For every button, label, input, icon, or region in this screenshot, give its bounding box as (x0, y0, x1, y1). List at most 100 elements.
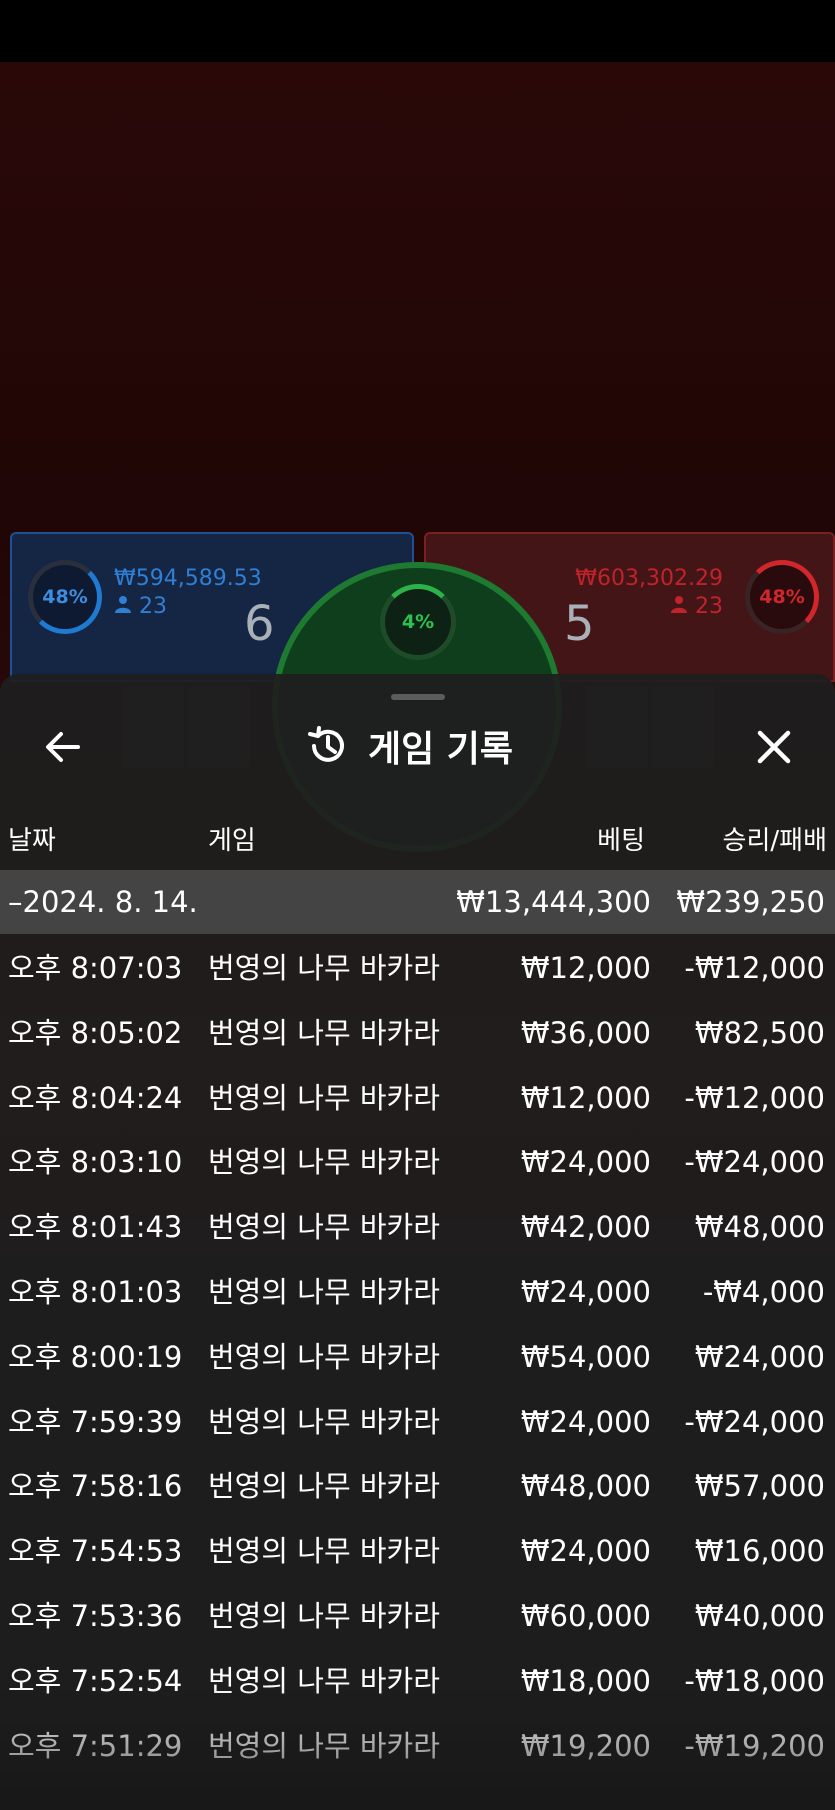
row-game: 번영의 나무 바카라 (208, 1404, 440, 1439)
row-result: ₩16,000 (694, 1534, 825, 1569)
player-percent: 48% (42, 586, 88, 608)
row-result: -₩24,000 (684, 1145, 825, 1180)
arrow-left-icon (46, 732, 80, 762)
row-result: ₩40,000 (694, 1598, 825, 1633)
table-row[interactable]: 오후 7:54:53 번영의 나무 바카라 ₩24,000 ₩16,000 (0, 1519, 835, 1584)
user-icon (671, 596, 687, 613)
date-group-row[interactable]: –2024. 8. 14. ₩13,444,300 ₩239,250 (0, 870, 835, 934)
user-icon (115, 596, 131, 613)
row-game: 번영의 나무 바카라 (208, 1145, 440, 1180)
row-bet: ₩42,000 (520, 1210, 651, 1245)
table-row[interactable]: 오후 8:05:02 번영의 나무 바카라 ₩36,000 ₩82,500 (0, 1001, 835, 1066)
row-result: ₩82,500 (694, 1015, 825, 1050)
row-bet: ₩48,000 (520, 1469, 651, 1504)
table-row[interactable]: 오후 7:51:29 번영의 나무 바카라 ₩19,200 -₩19,200 (0, 1714, 835, 1779)
banker-score: 5 (564, 596, 595, 652)
sheet-title-group: 게임 기록 (306, 720, 513, 772)
row-result: ₩57,000 (694, 1469, 825, 1504)
row-result: -₩24,000 (684, 1404, 825, 1439)
table-row[interactable]: 오후 8:04:24 번영의 나무 바카라 ₩12,000 -₩12,000 (0, 1066, 835, 1131)
row-time: 오후 7:54:53 (8, 1534, 183, 1569)
close-button[interactable] (751, 724, 797, 770)
tie-percent: 4% (401, 611, 435, 633)
row-bet: ₩54,000 (520, 1339, 651, 1374)
row-game: 번영의 나무 바카라 (208, 1274, 440, 1309)
table-row[interactable]: 오후 8:07:03 번영의 나무 바카라 ₩12,000 -₩12,000 (0, 936, 835, 1001)
column-game: 게임 (208, 826, 256, 856)
back-button[interactable] (40, 724, 86, 770)
row-game: 번영의 나무 바카라 (208, 1080, 440, 1115)
sheet-title: 게임 기록 (368, 729, 514, 770)
row-bet: ₩12,000 (520, 951, 651, 985)
player-amount: ₩594,589.53 (114, 566, 262, 591)
row-time: 오후 8:03:10 (8, 1145, 183, 1180)
column-result: 승리/패배 (722, 826, 827, 856)
row-bet: ₩18,000 (520, 1663, 651, 1698)
row-bet: ₩36,000 (520, 1015, 651, 1050)
row-game: 번영의 나무 바카라 (208, 1663, 440, 1698)
row-result: ₩24,000 (694, 1339, 825, 1374)
row-time: 오후 7:51:29 (8, 1728, 183, 1763)
row-game: 번영의 나무 바카라 (208, 1015, 440, 1050)
game-history-sheet: 게임 기록 날짜 게임 베팅 승리/패배 –2024. 8. 14. ₩13,4… (0, 674, 835, 1810)
row-bet: ₩60,000 (520, 1598, 651, 1633)
row-game: 번영의 나무 바카라 (208, 1598, 440, 1633)
row-time: 오후 7:58:16 (8, 1469, 183, 1504)
row-time: 오후 8:05:02 (8, 1015, 183, 1050)
row-time: 오후 7:52:54 (8, 1663, 183, 1698)
row-game: 번영의 나무 바카라 (208, 1728, 440, 1763)
table-row[interactable]: 오후 8:01:03 번영의 나무 바카라 ₩24,000 -₩4,000 (0, 1260, 835, 1325)
table-row[interactable]: 오후 7:53:36 번영의 나무 바카라 ₩60,000 ₩40,000 (0, 1584, 835, 1649)
row-result: -₩18,000 (684, 1663, 825, 1698)
row-bet: ₩24,000 (520, 1404, 651, 1439)
row-bet: ₩12,000 (520, 1080, 651, 1115)
table-row[interactable]: 오후 8:01:43 번영의 나무 바카라 ₩42,000 ₩48,000 (0, 1195, 835, 1260)
row-time: 오후 7:59:39 (8, 1404, 183, 1439)
row-result: ₩48,000 (694, 1210, 825, 1245)
row-time: 오후 8:00:19 (8, 1339, 183, 1374)
status-bar (0, 0, 835, 62)
sheet-grabber[interactable] (391, 694, 445, 700)
banker-percent-ring: 48% (745, 560, 819, 634)
date-group-total-result: ₩239,250 (676, 885, 825, 919)
close-icon (757, 730, 791, 764)
row-game: 번영의 나무 바카라 (208, 1339, 440, 1374)
history-icon (308, 726, 344, 762)
row-bet: ₩19,200 (520, 1728, 651, 1763)
row-time: 오후 8:04:24 (8, 1080, 183, 1115)
table-row[interactable]: 오후 7:59:39 번영의 나무 바카라 ₩24,000 -₩24,000 (0, 1390, 835, 1455)
row-game: 번영의 나무 바카라 (208, 1210, 440, 1245)
row-time: 오후 8:01:03 (8, 1274, 183, 1309)
table-row[interactable]: 오후 7:58:16 번영의 나무 바카라 ₩48,000 ₩57,000 (0, 1454, 835, 1519)
table-row[interactable]: 오후 8:03:10 번영의 나무 바카라 ₩24,000 -₩24,000 (0, 1130, 835, 1195)
column-date: 날짜 (8, 826, 56, 856)
row-result: -₩12,000 (684, 951, 825, 985)
banker-count: 23 (670, 594, 723, 619)
row-result: -₩19,200 (684, 1728, 825, 1763)
banker-percent: 48% (759, 586, 805, 608)
banker-amount: ₩603,302.29 (575, 566, 723, 591)
player-percent-ring: 48% (28, 560, 102, 634)
row-game: 번영의 나무 바카라 (208, 951, 440, 985)
row-bet: ₩24,000 (520, 1274, 651, 1309)
player-score: 6 (244, 596, 275, 652)
row-time: 오후 8:07:03 (8, 951, 183, 985)
row-result: -₩4,000 (702, 1274, 825, 1309)
table-row[interactable]: 오후 7:52:54 번영의 나무 바카라 ₩18,000 -₩18,000 (0, 1649, 835, 1714)
row-game: 번영의 나무 바카라 (208, 1534, 440, 1569)
row-bet: ₩24,000 (520, 1534, 651, 1569)
row-bet: ₩24,000 (520, 1145, 651, 1180)
tie-percent-ring: 4% (380, 584, 456, 660)
date-group-total-bet: ₩13,444,300 (456, 885, 651, 919)
player-count: 23 (114, 594, 167, 619)
column-bet: 베팅 (597, 826, 645, 856)
date-group-label: –2024. 8. 14. (8, 885, 198, 919)
row-time: 오후 8:01:43 (8, 1210, 183, 1245)
row-game: 번영의 나무 바카라 (208, 1469, 440, 1504)
table-header: 날짜 게임 베팅 승리/패배 (0, 820, 835, 862)
banker-count-value: 23 (695, 594, 723, 619)
row-result: -₩12,000 (684, 1080, 825, 1115)
player-count-value: 23 (139, 594, 167, 619)
table-row[interactable]: 오후 8:00:19 번영의 나무 바카라 ₩54,000 ₩24,000 (0, 1325, 835, 1390)
sheet-header: 게임 기록 (0, 704, 835, 788)
